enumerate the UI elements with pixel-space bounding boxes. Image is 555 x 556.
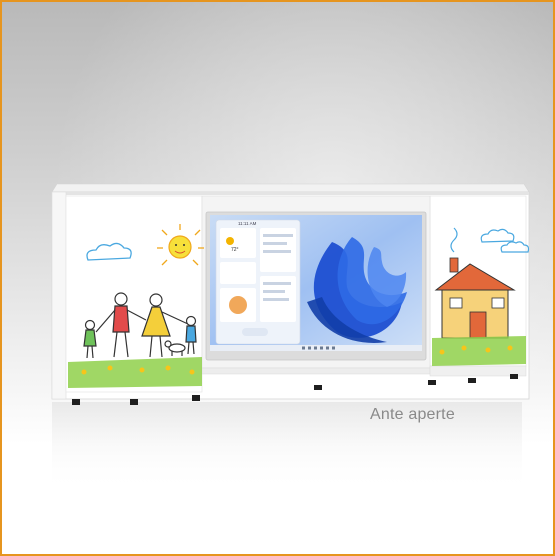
caption-label: Ante aperte [370, 406, 455, 423]
weather-temp: 72° [231, 247, 239, 253]
product-photo-frame: 11:11 AM 72° Ante aperte [0, 0, 555, 556]
cabinet-scene: 11:11 AM 72° [51, 183, 530, 492]
screen-clock: 11:11 AM [238, 221, 257, 226]
grass [68, 357, 202, 388]
cabinet-top [51, 183, 530, 193]
widgets-panel [215, 219, 301, 345]
